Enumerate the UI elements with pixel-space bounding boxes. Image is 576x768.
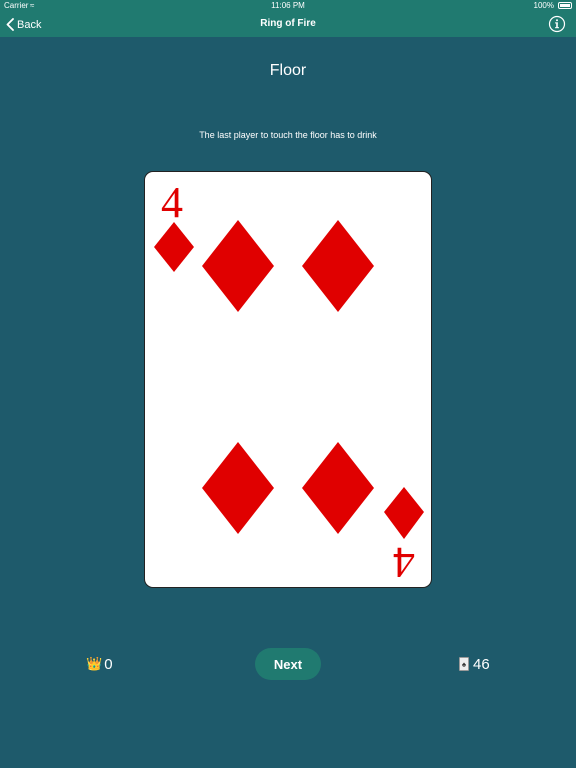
crown-icon: 👑 [86, 656, 103, 671]
playing-card-face: 4 4 [154, 178, 424, 587]
card-rank-bottom: 4 [393, 538, 415, 587]
playing-card[interactable]: 4 4 [144, 171, 432, 588]
diamond-pip [202, 442, 274, 534]
card-rule-text: The last player to touch the floor has t… [199, 130, 377, 140]
crown-score: 👑 0 [86, 655, 113, 673]
info-button[interactable] [548, 15, 566, 33]
battery-icon [558, 2, 572, 9]
diamond-pip [202, 220, 274, 312]
crown-count: 0 [104, 655, 113, 673]
diamond-icon [384, 487, 424, 539]
nav-title: Ring of Fire [260, 18, 316, 29]
status-bar: Carrier ≈ 11:06 PM 100% [0, 0, 576, 12]
diamond-pip [302, 442, 374, 534]
info-circle-icon [548, 15, 566, 33]
status-time: 11:06 PM [271, 1, 305, 10]
next-button[interactable]: Next [255, 648, 321, 680]
cards-remaining: ♠ 46 [459, 655, 490, 673]
cards-remaining-count: 46 [473, 655, 490, 673]
card-rank-top: 4 [161, 178, 183, 227]
diamond-pip [302, 220, 374, 312]
diamond-icon [154, 222, 194, 272]
card-deck-icon: ♠ [459, 657, 469, 671]
card-title: Floor [269, 62, 307, 79]
battery-percent: 100% [533, 1, 554, 10]
navigation-bar: Back Ring of Fire [0, 12, 576, 37]
